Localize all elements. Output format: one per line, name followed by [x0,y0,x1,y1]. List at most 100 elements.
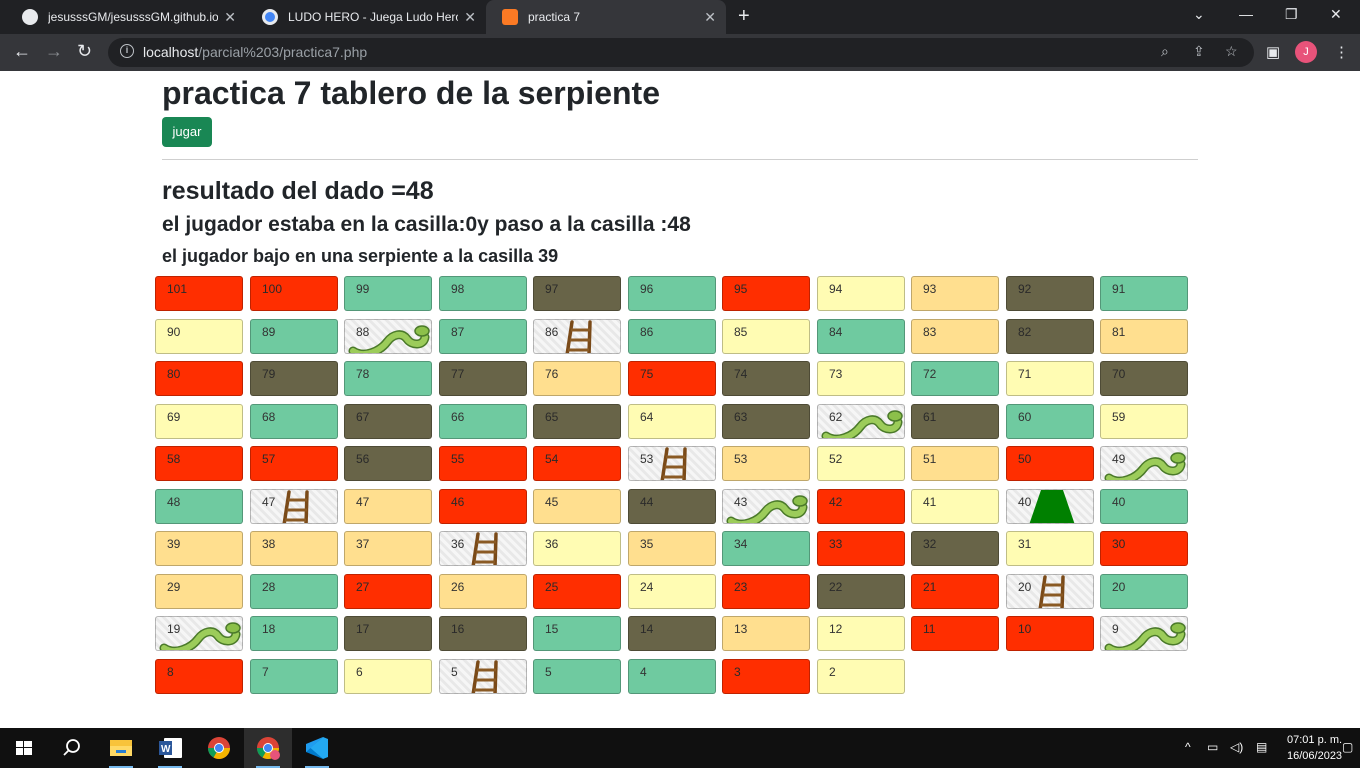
cell-number: 48 [167,495,181,509]
share-icon[interactable]: ⇪ [1193,43,1205,60]
game-board: 101 100 99 98 97 96 95 94 93 92 91 90 89 88 87 86 86 85 84… [155,276,1195,696]
cell-number: 8 [167,665,174,679]
cell-number: 2 [829,665,836,679]
cell-number: 42 [829,495,843,509]
chrome-icon[interactable] [195,728,243,768]
cell-number: 49 [1112,452,1126,466]
board-cell-87: 87 [439,319,527,354]
cell-number: 94 [829,282,843,296]
board-cell-100: 100 [250,276,338,311]
system-clock[interactable]: 07:01 p. m. 16/06/2023 [1287,732,1342,764]
board-cell-75: 75 [628,361,716,396]
reload-icon[interactable]: ↻ [77,41,92,62]
board-cell-31: 31 [1006,531,1094,566]
close-tab-icon[interactable]: ✕ [464,9,476,26]
cell-number: 92 [1018,282,1032,296]
board-cell-72: 72 [911,361,999,396]
board-cell-8: 8 [155,659,243,694]
tab-ludo-hero[interactable]: LUDO HERO - Juega Ludo Hero e ✕ [246,0,486,34]
cell-number: 95 [734,282,748,296]
cell-number: 20 [1112,580,1126,594]
board-cell-22: 22 [817,574,905,609]
cell-number: 10 [1018,622,1032,636]
board-cell-65: 65 [533,404,621,439]
volume-icon[interactable]: ◁) [1230,740,1243,754]
tab-title: practica 7 [528,10,581,24]
address-bar[interactable]: i localhost/parcial%203/practica7.php ⌕ … [108,38,1254,67]
play-button[interactable]: jugar [162,117,212,147]
cell-number: 86 [640,325,654,339]
vscode-icon[interactable] [293,728,341,768]
board-cell-34: 34 [722,531,810,566]
board-cell-53: 53 [628,446,716,481]
board-cell-67: 67 [344,404,432,439]
cell-number: 24 [640,580,654,594]
cell-number: 6 [356,665,363,679]
close-tab-icon[interactable]: ✕ [224,9,236,26]
board-cell-81: 81 [1100,319,1188,354]
board-cell-25: 25 [533,574,621,609]
cell-number: 5 [545,665,552,679]
network-icon[interactable]: ▭ [1207,740,1218,754]
board-cell-78: 78 [344,361,432,396]
board-cell-40: 40 [1100,489,1188,524]
board-cell-32: 32 [911,531,999,566]
cell-number: 91 [1112,282,1126,296]
cell-number: 59 [1112,410,1126,424]
cell-number: 79 [262,367,276,381]
board-cell-80: 80 [155,361,243,396]
divider [162,159,1198,160]
board-cell-62: 62 [817,404,905,439]
cell-number: 15 [545,622,559,636]
board-cell-46: 46 [439,489,527,524]
zoom-icon[interactable]: ⌕ [1161,43,1169,60]
close-window-icon[interactable]: ✕ [1330,6,1342,23]
tab-practica-7[interactable]: practica 7 ✕ [486,0,726,34]
site-info-icon[interactable]: i [120,44,134,58]
board-cell-44: 44 [628,489,716,524]
cell-number: 98 [451,282,465,296]
board-cell-90: 90 [155,319,243,354]
cell-number: 51 [923,452,937,466]
back-icon[interactable]: ← [13,41,31,62]
board-cell-50: 50 [1006,446,1094,481]
new-tab-icon[interactable]: + [738,5,750,28]
profile-avatar[interactable]: J [1295,41,1317,63]
cell-number: 53 [734,452,748,466]
restore-icon[interactable]: ❐ [1285,6,1298,23]
tab-search-icon[interactable]: ⌄ [1193,6,1205,23]
menu-icon[interactable]: ⋮ [1334,43,1349,61]
forward-icon[interactable]: → [45,41,63,62]
search-icon[interactable] [48,728,96,768]
cell-number: 33 [829,537,843,551]
clock-time: 07:01 p. m. [1287,734,1343,746]
board-cell-70: 70 [1100,361,1188,396]
tab-github[interactable]: jesusssGM/jesusssGM.github.io ✕ [6,0,246,34]
board-cell-16: 16 [439,616,527,651]
cell-number: 76 [545,367,559,381]
board-cell-95: 95 [722,276,810,311]
tab-title: jesusssGM/jesusssGM.github.io [48,10,218,24]
board-cell-24: 24 [628,574,716,609]
board-cell-20: 20 [1100,574,1188,609]
cell-number: 40 [1018,495,1032,509]
word-icon[interactable]: W [146,728,194,768]
cell-number: 55 [451,452,465,466]
notifications-icon[interactable]: ▢ [1342,740,1353,754]
cell-number: 44 [640,495,654,509]
keyboard-icon[interactable]: ▤ [1256,740,1267,754]
bookmark-star-icon[interactable]: ☆ [1225,43,1238,60]
xampp-icon [502,9,518,25]
page-content: practica 7 tablero de la serpiente jugar… [0,71,1360,728]
cell-number: 21 [923,580,937,594]
windows-start-icon[interactable] [0,728,48,768]
cell-number: 86 [545,325,559,339]
minimize-icon[interactable]: — [1239,6,1253,22]
side-panel-icon[interactable]: ▣ [1266,43,1280,61]
tray-overflow-icon[interactable]: ^ [1185,740,1191,754]
board-cell-58: 58 [155,446,243,481]
close-tab-icon[interactable]: ✕ [704,9,716,26]
chrome-profile-icon[interactable] [244,728,292,768]
board-cell-15: 15 [533,616,621,651]
file-explorer-icon[interactable] [97,728,145,768]
